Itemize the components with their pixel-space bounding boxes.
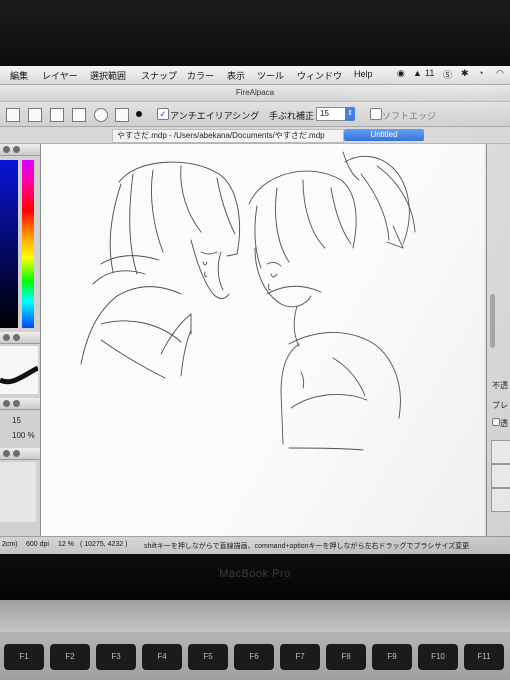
key-f2[interactable]: F2 <box>50 644 90 670</box>
menu-window[interactable]: ウィンドウ <box>297 69 342 82</box>
close-icon[interactable] <box>13 146 20 153</box>
status-zoom: 12 % <box>58 541 74 548</box>
menu-layer[interactable]: レイヤー <box>42 69 78 82</box>
adobe-icon[interactable]: ▲ <box>413 68 422 78</box>
grid-dense-icon[interactable] <box>28 108 42 122</box>
radial-icon[interactable] <box>72 108 86 122</box>
close-icon[interactable] <box>3 146 10 153</box>
key-f11[interactable]: F11 <box>464 644 504 670</box>
status-coords: ( 10275, 4232 ) <box>80 541 128 548</box>
tool-options-bar: ✓ アンチエイリアシング 手ぶれ補正 15 ⇕ ソフトエッジ <box>0 102 510 127</box>
layer-protect-checkbox[interactable] <box>492 418 500 426</box>
status-unit: 2cm) <box>2 541 18 548</box>
layer-protect-label: 透 <box>500 419 508 428</box>
sync-icon[interactable]: Ⓢ <box>443 68 452 81</box>
close-icon[interactable] <box>3 400 10 407</box>
menu-color[interactable]: カラー <box>187 69 214 82</box>
hue-slider[interactable] <box>22 160 34 328</box>
key-f9[interactable]: F9 <box>372 644 412 670</box>
layer-blend-label: ブレ <box>492 401 508 410</box>
window-title: FireAlpaca <box>235 88 275 97</box>
key-f8[interactable]: F8 <box>326 644 366 670</box>
antialias-label: アンチエイリアシング <box>170 111 260 121</box>
layer-row[interactable] <box>491 464 510 488</box>
close-icon[interactable] <box>13 334 20 341</box>
brush-size-header <box>0 398 40 410</box>
sketch-artwork <box>80 151 416 451</box>
document-tab-bar: やすさだ.mdp - /Users/abekana/Documents/やすさだ… <box>0 127 510 144</box>
document-tab-active[interactable]: やすさだ.mdp - /Users/abekana/Documents/やすさだ… <box>112 129 344 143</box>
laptop-brand: MacBook Pro <box>219 568 291 580</box>
stabilizer-stepper[interactable]: ⇕ <box>345 107 355 121</box>
circle-snap-icon[interactable] <box>94 108 108 122</box>
document-tab-untitled[interactable]: Untitled <box>344 129 424 141</box>
brush-list[interactable] <box>0 462 36 522</box>
screen: 編集 レイヤー 選択範囲 スナップ カラー 表示 ツール ウィンドウ Help … <box>0 66 510 554</box>
stabilizer-label: 手ぶれ補正 <box>269 111 315 121</box>
bluetooth-icon[interactable]: ✱ <box>461 68 469 79</box>
brush-list-header <box>0 448 40 460</box>
left-panel: 15 100 % <box>0 144 41 536</box>
soft-edge-checkbox[interactable] <box>370 108 382 120</box>
brush-panel-header <box>0 332 40 344</box>
close-icon[interactable] <box>13 400 20 407</box>
menu-bar: 編集 レイヤー 選択範囲 スナップ カラー 表示 ツール ウィンドウ Help … <box>0 66 510 85</box>
curve-icon[interactable] <box>115 108 129 122</box>
close-icon[interactable] <box>3 450 10 457</box>
layer-opacity-label: 不透 <box>492 381 508 390</box>
adobe-badge: 11 <box>425 68 435 78</box>
brush-opacity-value[interactable]: 100 % <box>12 431 35 440</box>
status-hint: shiftキーを押しながらで直線描画、command+optionキーを押しなが… <box>144 543 470 550</box>
brush-size-value[interactable]: 15 <box>12 416 21 425</box>
point-icon[interactable] <box>136 111 142 117</box>
layer-row[interactable] <box>491 488 510 512</box>
grid-crosshatch-icon[interactable] <box>50 108 64 122</box>
menu-edit[interactable]: 編集 <box>10 69 28 82</box>
color-panel-header <box>0 144 40 156</box>
wifi-icon[interactable]: ◠ <box>496 68 504 79</box>
brush-preview <box>0 346 40 394</box>
menu-snap[interactable]: スナップ <box>141 69 177 82</box>
key-f4[interactable]: F4 <box>142 644 182 670</box>
close-icon[interactable] <box>13 450 20 457</box>
color-sv-picker[interactable] <box>0 160 18 328</box>
key-f3[interactable]: F3 <box>96 644 136 670</box>
status-dpi: 600 dpi <box>26 541 49 548</box>
key-f10[interactable]: F10 <box>418 644 458 670</box>
menu-tools[interactable]: ツール <box>257 69 284 82</box>
antialias-checkbox[interactable]: ✓ <box>157 108 169 120</box>
owl-icon[interactable]: ◉ <box>397 68 405 79</box>
key-f6[interactable]: F6 <box>234 644 274 670</box>
menu-help[interactable]: Help <box>354 69 373 79</box>
laptop-hinge <box>0 600 510 632</box>
layer-row[interactable] <box>491 440 510 464</box>
photo-frame: 編集 レイヤー 選択範囲 スナップ カラー 表示 ツール ウィンドウ Help … <box>0 0 510 680</box>
laptop-bezel-top <box>0 0 510 66</box>
key-f1[interactable]: F1 <box>4 644 44 670</box>
grid-icon[interactable] <box>6 108 20 122</box>
key-f5[interactable]: F5 <box>188 644 228 670</box>
menu-selection[interactable]: 選択範囲 <box>90 69 126 82</box>
soft-edge-label: ソフトエッジ <box>382 111 437 121</box>
status-bar: 2cm) 600 dpi 12 % ( 10275, 4232 ) shiftキ… <box>0 536 510 554</box>
key-f7[interactable]: F7 <box>280 644 320 670</box>
layer-scrollbar[interactable] <box>490 294 495 348</box>
window-titlebar: FireAlpaca <box>0 85 510 102</box>
clock-icon[interactable]: ◔ <box>478 68 483 78</box>
menu-view[interactable]: 表示 <box>227 69 245 82</box>
brush-stroke-preview <box>0 365 40 385</box>
close-icon[interactable] <box>3 334 10 341</box>
drawing-canvas[interactable] <box>41 144 484 536</box>
